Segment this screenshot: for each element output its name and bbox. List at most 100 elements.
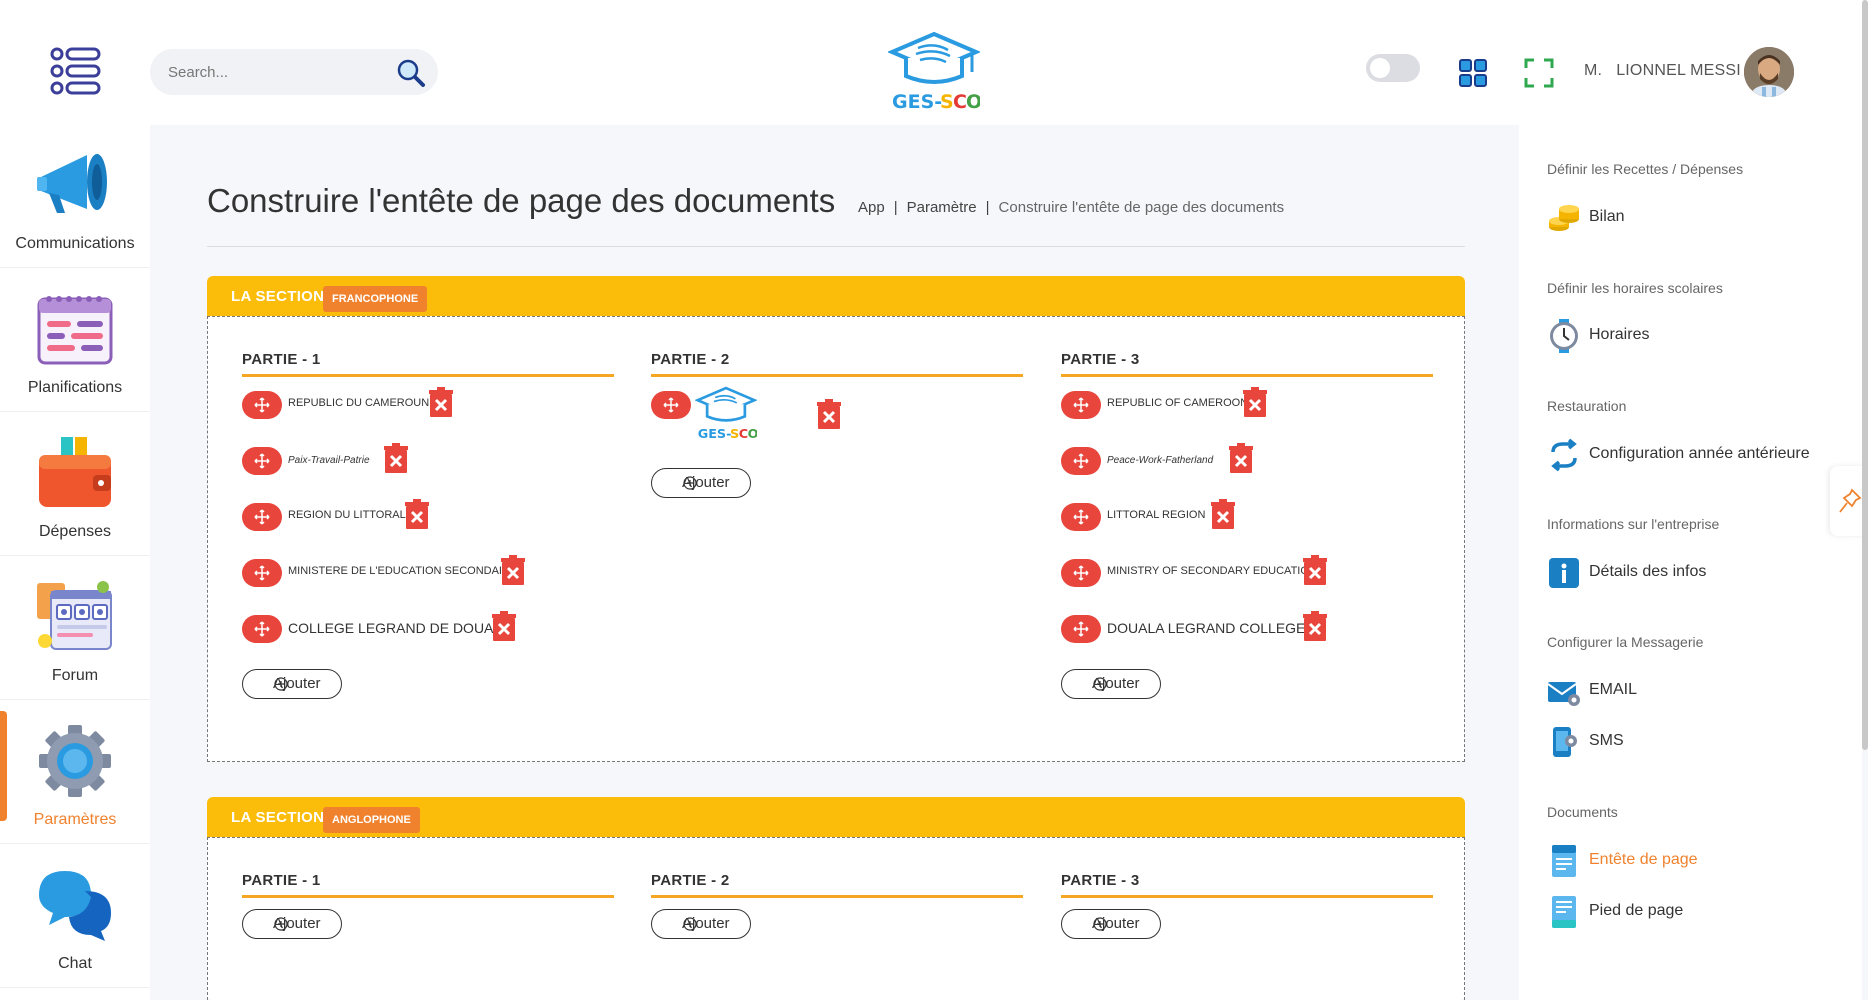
partie-1: PARTIE - 1 Ajouter <box>242 872 614 939</box>
move-handle-icon[interactable] <box>242 447 282 475</box>
right-sidebar: Définir les Recettes / Dépenses Bilan Dé… <box>1519 125 1862 1000</box>
search-icon[interactable] <box>396 58 426 88</box>
delete-icon[interactable] <box>1303 555 1327 585</box>
move-handle-icon[interactable] <box>1061 615 1101 643</box>
section-header: LA SECTION FRANCOPHONE <box>207 276 1465 316</box>
header-entry: REGION DU LITTORAL <box>242 499 462 535</box>
app-logo[interactable]: GES- S C O <box>886 30 982 113</box>
partie-title: PARTIE - 1 <box>242 872 614 898</box>
search-input[interactable] <box>168 61 368 83</box>
settings-item-pied-de-page[interactable]: Pied de page <box>1547 891 1747 931</box>
nav-item-depenses[interactable]: Dépenses <box>0 413 150 556</box>
breadcrumb-parametre[interactable]: Paramètre <box>907 199 977 216</box>
header-entry-logo: GES- S C O <box>651 386 851 451</box>
breadcrumb-app[interactable]: App <box>858 199 885 216</box>
add-entry-button[interactable]: Ajouter <box>651 468 751 498</box>
page-title: Construire l'entête de page des document… <box>207 182 836 219</box>
settings-item-horaires[interactable]: Horaires <box>1547 315 1747 355</box>
megaphone-icon <box>35 147 115 222</box>
add-entry-button[interactable]: Ajouter <box>242 669 342 699</box>
delete-icon[interactable] <box>1229 443 1253 473</box>
add-entry-button[interactable]: Ajouter <box>1061 909 1161 939</box>
section-badge: FRANCOPHONE <box>323 286 428 312</box>
menu-toggle-icon[interactable] <box>50 46 102 96</box>
delete-icon[interactable] <box>429 387 453 417</box>
settings-item-details-infos[interactable]: Détails des infos <box>1547 552 1747 592</box>
move-handle-icon[interactable] <box>242 615 282 643</box>
settings-item-label: Horaires <box>1589 326 1650 343</box>
nav-item-communications[interactable]: Communications <box>0 125 150 268</box>
delete-icon[interactable] <box>1211 499 1235 529</box>
refresh-icon <box>1547 438 1581 472</box>
delete-icon[interactable] <box>1243 387 1267 417</box>
entry-text: COLLEGE LEGRAND DE DOUALA <box>288 620 511 636</box>
partie-title: PARTIE - 3 <box>1061 872 1433 898</box>
entry-text: REPUBLIC DU CAMEROUN <box>288 397 430 409</box>
settings-item-label: Pied de page <box>1589 902 1684 919</box>
top-header: GES- S C O M. LIONNEL MESSI <box>0 0 1868 125</box>
avatar[interactable] <box>1744 47 1794 97</box>
delete-icon[interactable] <box>817 399 841 429</box>
move-handle-icon[interactable] <box>242 559 282 587</box>
delete-icon[interactable] <box>492 611 516 641</box>
theme-toggle[interactable] <box>1366 54 1420 82</box>
fullscreen-icon[interactable] <box>1524 58 1554 88</box>
section-body: PARTIE - 1 Ajouter PARTIE - 2 Ajouter PA… <box>207 837 1465 1000</box>
svg-text:O: O <box>748 427 757 441</box>
svg-text:S: S <box>730 427 739 441</box>
nav-item-forum[interactable]: Forum <box>0 557 150 700</box>
left-sidebar: Communications Planifications Dépenses F… <box>0 125 150 1000</box>
move-handle-icon[interactable] <box>651 391 691 419</box>
add-entry-button[interactable]: Ajouter <box>1061 669 1161 699</box>
section-title: LA SECTION <box>231 288 325 305</box>
move-handle-icon[interactable] <box>1061 503 1101 531</box>
svg-text:GES-: GES- <box>698 427 732 441</box>
move-handle-icon[interactable] <box>1061 391 1101 419</box>
nav-item-chat[interactable]: Chat <box>0 845 150 988</box>
move-handle-icon[interactable] <box>1061 447 1101 475</box>
chat-icon <box>35 867 115 942</box>
delete-icon[interactable] <box>405 499 429 529</box>
add-entry-button[interactable]: Ajouter <box>651 909 751 939</box>
move-handle-icon[interactable] <box>1061 559 1101 587</box>
section-title: LA SECTION <box>231 809 325 826</box>
settings-item-label: Détails des infos <box>1589 563 1707 580</box>
nav-label: Communications <box>15 235 135 252</box>
settings-group-heading: Restauration <box>1547 398 1627 414</box>
entry-text: LITTORAL REGION <box>1107 509 1206 521</box>
partie-title: PARTIE - 2 <box>651 872 1023 898</box>
settings-item-entete-de-page[interactable]: Entête de page <box>1547 840 1747 880</box>
move-handle-icon[interactable] <box>242 503 282 531</box>
settings-item-label: SMS <box>1589 732 1624 749</box>
settings-item-bilan[interactable]: Bilan <box>1547 197 1747 237</box>
delete-icon[interactable] <box>384 443 408 473</box>
wallet-icon <box>35 435 115 510</box>
partie-3: PARTIE - 3 Ajouter <box>1061 872 1433 939</box>
section-francophone: LA SECTION FRANCOPHONE PARTIE - 1 REPUBL… <box>207 276 1465 762</box>
apps-grid-icon[interactable] <box>1458 58 1488 88</box>
settings-item-email[interactable]: EMAIL <box>1547 670 1747 710</box>
plus-circle-icon <box>274 917 288 931</box>
page-scrollbar[interactable] <box>1862 0 1868 750</box>
delete-icon[interactable] <box>1303 611 1327 641</box>
breadcrumb: App | Paramètre | Construire l'entête de pag… <box>858 199 1284 216</box>
nav-item-planifications[interactable]: Planifications <box>0 269 150 412</box>
add-entry-button[interactable]: Ajouter <box>242 909 342 939</box>
coins-icon <box>1547 201 1581 235</box>
nav-item-parametres[interactable]: Paramètres <box>0 701 150 844</box>
forum-icon <box>35 579 115 654</box>
settings-item-sms[interactable]: SMS <box>1547 721 1747 761</box>
partie-3: PARTIE - 3 REPUBLIC OF CAMEROON Peace-Wo… <box>1061 351 1433 699</box>
plus-circle-icon <box>683 476 697 490</box>
delete-icon[interactable] <box>501 555 525 585</box>
user-name[interactable]: M. LIONNEL MESSI <box>1584 62 1741 80</box>
breadcrumb-current: Construire l'entête de page des document… <box>998 199 1285 216</box>
header-entry: Paix-Travail-Patrie <box>242 443 462 479</box>
document-header-icon <box>1547 844 1581 878</box>
settings-item-configuration-annee[interactable]: Configuration année antérieure <box>1547 434 1847 474</box>
svg-text:GES-: GES- <box>892 91 942 112</box>
search-box <box>150 49 438 95</box>
move-handle-icon[interactable] <box>242 391 282 419</box>
user-salutation: M. <box>1584 62 1603 79</box>
svg-text:S: S <box>940 91 954 112</box>
